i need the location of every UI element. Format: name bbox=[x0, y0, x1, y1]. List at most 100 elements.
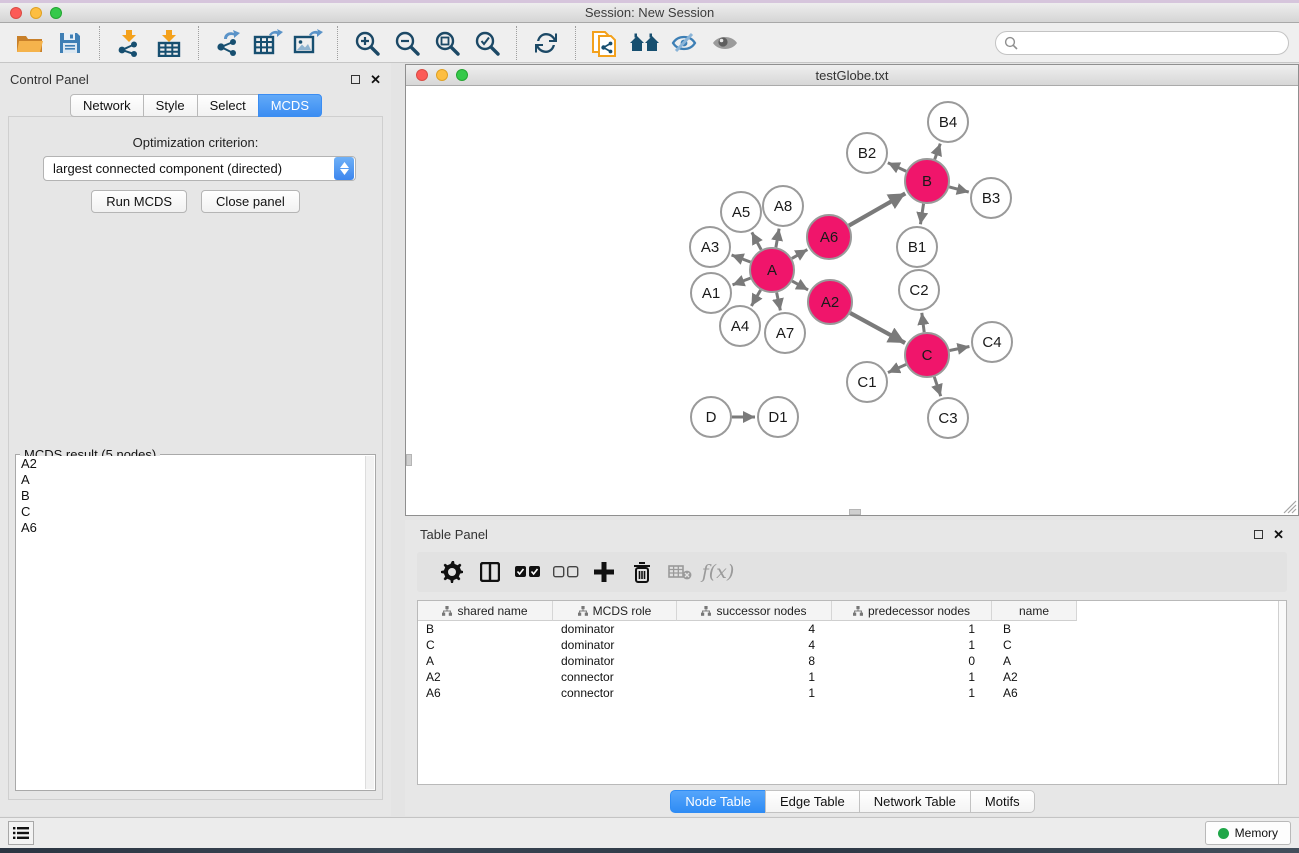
export-image-icon[interactable] bbox=[288, 25, 328, 61]
run-mcds-button[interactable]: Run MCDS bbox=[91, 190, 187, 213]
column-header-MCDS-role[interactable]: MCDS role bbox=[553, 601, 677, 621]
export-table-icon[interactable] bbox=[248, 25, 288, 61]
import-network-icon[interactable] bbox=[109, 25, 149, 61]
close-panel-button[interactable]: Close panel bbox=[201, 190, 300, 213]
table-cell[interactable]: 1 bbox=[832, 637, 992, 653]
edge-C-C4[interactable] bbox=[950, 347, 970, 351]
network-minimize-button[interactable] bbox=[436, 69, 448, 81]
table-cell[interactable]: A bbox=[418, 653, 553, 669]
show-all-networks-icon[interactable] bbox=[625, 25, 665, 61]
edge-C-C1[interactable] bbox=[888, 364, 906, 372]
node-A8[interactable]: A8 bbox=[763, 186, 803, 226]
column-header-predecessor-nodes[interactable]: predecessor nodes bbox=[832, 601, 992, 621]
edge-B-B3[interactable] bbox=[949, 187, 969, 192]
table-cell[interactable]: A6 bbox=[418, 685, 553, 701]
table-cell[interactable]: A2 bbox=[992, 669, 1077, 685]
table-cell[interactable]: dominator bbox=[553, 653, 677, 669]
save-session-icon[interactable] bbox=[50, 25, 90, 61]
table-cell[interactable]: connector bbox=[553, 685, 677, 701]
table-cell[interactable]: 1 bbox=[832, 669, 992, 685]
node-A2[interactable]: A2 bbox=[808, 280, 852, 324]
select-all-columns-icon[interactable] bbox=[509, 555, 547, 589]
node-B3[interactable]: B3 bbox=[971, 178, 1011, 218]
close-window-button[interactable] bbox=[10, 7, 22, 19]
node-A4[interactable]: A4 bbox=[720, 306, 760, 346]
tab-motifs[interactable]: Motifs bbox=[970, 790, 1035, 813]
table-cell[interactable]: B bbox=[992, 621, 1077, 637]
column-header-successor-nodes[interactable]: successor nodes bbox=[677, 601, 832, 621]
float-table-panel-icon[interactable] bbox=[1254, 530, 1263, 539]
refresh-layout-icon[interactable] bbox=[526, 25, 566, 61]
node-C[interactable]: C bbox=[905, 333, 949, 377]
edge-A-A1[interactable] bbox=[733, 278, 751, 285]
table-cell[interactable]: dominator bbox=[553, 637, 677, 653]
network-graph[interactable]: B4B2BB3A8A5A6A3B1AC2A1A2A4A7C4CC1C3DD1 bbox=[406, 86, 1298, 515]
column-settings-gear-icon[interactable] bbox=[433, 555, 471, 589]
node-D[interactable]: D bbox=[691, 397, 731, 437]
table-cell[interactable]: C bbox=[418, 637, 553, 653]
tab-mcds[interactable]: MCDS bbox=[258, 94, 322, 117]
horizontal-scroll-nub[interactable] bbox=[849, 509, 861, 515]
edge-C-C2[interactable] bbox=[922, 313, 924, 332]
table-row[interactable]: Cdominator41C bbox=[418, 637, 1286, 653]
result-item[interactable]: B bbox=[17, 488, 365, 504]
table-cell[interactable]: 1 bbox=[677, 669, 832, 685]
edge-B-B2[interactable] bbox=[888, 163, 906, 172]
edge-A-A8[interactable] bbox=[776, 229, 779, 248]
edge-A-A4[interactable] bbox=[751, 290, 760, 306]
task-history-button[interactable] bbox=[8, 821, 34, 845]
result-item[interactable]: A bbox=[17, 472, 365, 488]
node-A6[interactable]: A6 bbox=[807, 215, 851, 259]
result-item[interactable]: A6 bbox=[17, 520, 365, 536]
function-builder-icon[interactable]: f(x) bbox=[699, 555, 737, 589]
table-row[interactable]: Adominator80A bbox=[418, 653, 1286, 669]
node-A[interactable]: A bbox=[750, 248, 794, 292]
node-C2[interactable]: C2 bbox=[899, 270, 939, 310]
table-cell[interactable]: 1 bbox=[832, 685, 992, 701]
edge-A6-B[interactable] bbox=[849, 193, 905, 225]
result-item[interactable]: A2 bbox=[17, 456, 365, 472]
edge-B-B1[interactable] bbox=[920, 204, 923, 225]
edge-A-A2[interactable] bbox=[792, 281, 808, 290]
table-cell[interactable]: A bbox=[992, 653, 1077, 669]
table-cell[interactable]: 0 bbox=[832, 653, 992, 669]
node-A7[interactable]: A7 bbox=[765, 313, 805, 353]
table-cell[interactable]: 4 bbox=[677, 621, 832, 637]
node-B2[interactable]: B2 bbox=[847, 133, 887, 173]
tab-style[interactable]: Style bbox=[143, 94, 198, 117]
node-D1[interactable]: D1 bbox=[758, 397, 798, 437]
table-cell[interactable]: 4 bbox=[677, 637, 832, 653]
show-selected-icon[interactable] bbox=[705, 25, 745, 61]
table-row[interactable]: A2connector11A2 bbox=[418, 669, 1286, 685]
tab-network[interactable]: Network bbox=[70, 94, 144, 117]
node-A1[interactable]: A1 bbox=[691, 273, 731, 313]
node-table[interactable]: shared nameMCDS rolesuccessor nodesprede… bbox=[417, 600, 1287, 785]
network-close-button[interactable] bbox=[416, 69, 428, 81]
split-panel-icon[interactable] bbox=[471, 555, 509, 589]
node-B1[interactable]: B1 bbox=[897, 227, 937, 267]
close-panel-icon[interactable]: ✕ bbox=[370, 73, 381, 86]
table-row[interactable]: Bdominator41B bbox=[418, 621, 1286, 637]
export-network-icon[interactable] bbox=[208, 25, 248, 61]
vertical-scroll-nub[interactable] bbox=[406, 454, 412, 466]
node-B[interactable]: B bbox=[905, 159, 949, 203]
search-input[interactable] bbox=[1023, 36, 1280, 50]
edge-A-A5[interactable] bbox=[752, 232, 761, 249]
float-panel-icon[interactable] bbox=[351, 75, 360, 84]
table-cell[interactable]: 8 bbox=[677, 653, 832, 669]
table-cell[interactable]: 1 bbox=[832, 621, 992, 637]
network-window-titlebar[interactable]: testGlobe.txt bbox=[406, 65, 1298, 86]
open-session-icon[interactable] bbox=[10, 25, 50, 61]
table-cell[interactable]: A6 bbox=[992, 685, 1077, 701]
table-row[interactable]: A6connector11A6 bbox=[418, 685, 1286, 701]
table-cell[interactable]: C bbox=[992, 637, 1077, 653]
column-header-name[interactable]: name bbox=[992, 601, 1077, 621]
node-A5[interactable]: A5 bbox=[721, 192, 761, 232]
hide-selected-icon[interactable] bbox=[665, 25, 705, 61]
mcds-result-list[interactable]: A2ABCA6 bbox=[17, 456, 365, 789]
zoom-out-icon[interactable] bbox=[387, 25, 427, 61]
network-from-file-icon[interactable] bbox=[585, 25, 625, 61]
memory-button[interactable]: Memory bbox=[1205, 821, 1291, 845]
edge-A-A3[interactable] bbox=[732, 255, 751, 262]
import-table-icon[interactable] bbox=[149, 25, 189, 61]
